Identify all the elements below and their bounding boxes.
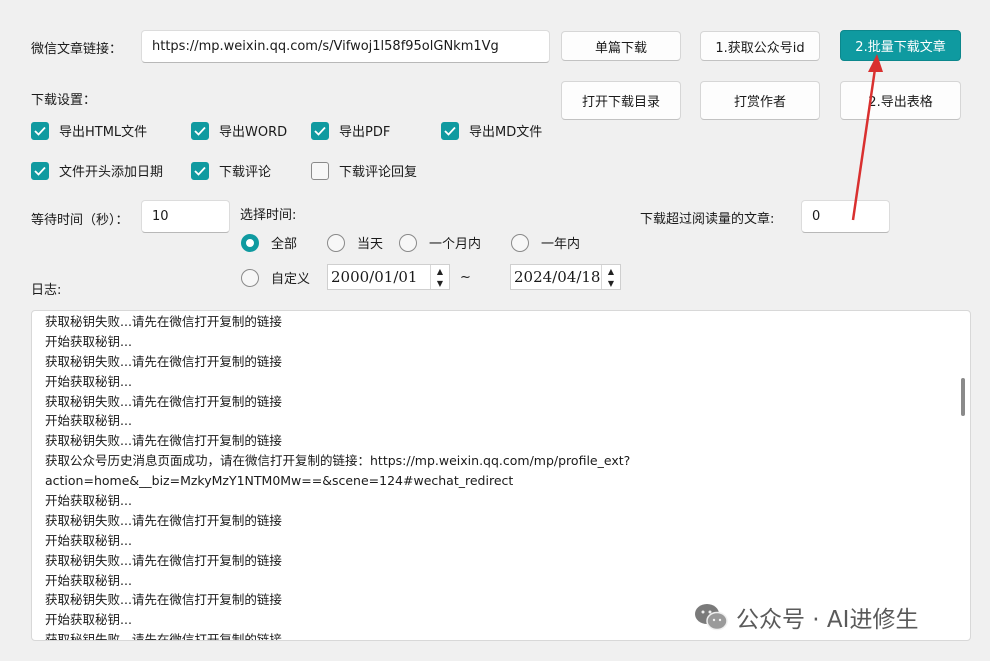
- checkmark-icon: [194, 126, 206, 136]
- log-line: 开始获取秘钥...: [45, 572, 132, 588]
- checkbox-box[interactable]: [441, 121, 459, 140]
- watermark: 公众号 · AI进修生: [694, 600, 918, 634]
- checkbox-box[interactable]: [311, 121, 329, 140]
- read-count-label: 下载超过阅读量的文章:: [640, 212, 775, 227]
- checkbox-download-replies[interactable]: 下载评论回复: [311, 161, 417, 180]
- checkbox-box[interactable]: [191, 161, 209, 180]
- radio-label: 一年内: [541, 237, 581, 252]
- log-line: 开始获取秘钥...: [45, 333, 132, 349]
- checkbox-box[interactable]: [311, 161, 329, 180]
- article-url-input[interactable]: https://mp.weixin.qq.com/s/Vifwoj1l58f95…: [141, 30, 550, 63]
- log-line: 开始获取秘钥...: [45, 532, 132, 548]
- end-date-value: 2024/04/18: [514, 268, 601, 286]
- watermark-text: 公众号 · AI进修生: [736, 607, 919, 633]
- wait-time-input[interactable]: 10: [141, 200, 230, 233]
- log-line: 获取秘钥失败...请先在微信打开复制的链接: [45, 393, 282, 409]
- checkbox-export-pdf[interactable]: 导出PDF: [311, 121, 390, 140]
- radio-today[interactable]: 当天: [327, 233, 383, 252]
- tip-author-button[interactable]: 打赏作者: [700, 81, 820, 120]
- radio-label: 当天: [357, 237, 384, 252]
- checkbox-label: 导出PDF: [339, 125, 391, 140]
- download-settings-title: 下载设置：: [31, 93, 97, 108]
- checkmark-icon: [34, 126, 46, 136]
- arrow-head: [868, 54, 883, 72]
- wechat-icon: [695, 604, 728, 631]
- single-download-button[interactable]: 单篇下载: [561, 31, 681, 61]
- checkbox-box[interactable]: [191, 121, 209, 140]
- spin-down-icon[interactable]: ▼: [431, 277, 449, 289]
- log-line: 开始获取秘钥...: [45, 373, 132, 389]
- log-line: 获取秘钥失败...请先在微信打开复制的链接: [45, 314, 282, 329]
- radio-dot[interactable]: [241, 268, 259, 287]
- log-line: 获取秘钥失败...请先在微信打开复制的链接: [45, 512, 282, 528]
- checkbox-export-md[interactable]: 导出MD文件: [441, 121, 542, 140]
- checkbox-label: 导出HTML文件: [59, 125, 148, 140]
- radio-label: 自定义: [271, 272, 311, 287]
- get-account-id-button[interactable]: 1.获取公众号id: [700, 31, 820, 61]
- wait-time-label: 等待时间（秒）：: [31, 213, 129, 228]
- checkbox-box[interactable]: [31, 161, 49, 180]
- radio-dot[interactable]: [399, 233, 417, 252]
- checkbox-label: 下载评论: [219, 165, 272, 180]
- radio-label: 全部: [271, 237, 298, 252]
- spin-down-icon[interactable]: ▼: [602, 277, 620, 289]
- radio-year[interactable]: 一年内: [511, 233, 580, 252]
- checkbox-label: 下载评论回复: [339, 165, 418, 180]
- checkbox-add-date[interactable]: 文件开头添加日期: [31, 161, 163, 180]
- radio-label: 一个月内: [429, 237, 482, 252]
- log-lines: 获取秘钥失败...请先在微信打开复制的链接 开始获取秘钥... 获取秘钥失败...请…: [45, 312, 940, 640]
- radio-all[interactable]: 全部: [241, 233, 297, 252]
- date-range-separator: ~: [460, 270, 471, 285]
- open-download-dir-button[interactable]: 打开下载目录: [561, 81, 681, 120]
- annotation-arrow: [851, 54, 883, 221]
- checkbox-download-comments[interactable]: 下载评论: [191, 161, 271, 180]
- spin-up-icon[interactable]: ▲: [431, 265, 449, 277]
- start-date-spinner[interactable]: ▲ ▼: [430, 265, 449, 289]
- end-date-spinner[interactable]: ▲ ▼: [601, 265, 620, 289]
- url-label: 微信文章链接：: [31, 42, 123, 57]
- spin-up-icon[interactable]: ▲: [602, 265, 620, 277]
- checkmark-icon: [34, 166, 46, 176]
- log-label: 日志:: [31, 283, 62, 298]
- log-line: 获取秘钥失败...请先在微信打开复制的链接: [45, 552, 282, 568]
- log-line: 获取公众号历史消息页面成功，请在微信打开复制的链接：https://mp.wei…: [45, 453, 631, 469]
- log-line: 开始获取秘钥...: [45, 413, 132, 429]
- checkbox-label: 导出WORD: [219, 125, 288, 140]
- radio-dot[interactable]: [241, 233, 259, 252]
- arrow-shaft: [851, 61, 878, 221]
- checkmark-icon: [444, 126, 456, 136]
- checkbox-box[interactable]: [31, 121, 49, 140]
- checkbox-label: 文件开头添加日期: [59, 165, 164, 180]
- log-scrollbar[interactable]: [961, 378, 965, 416]
- start-date-input[interactable]: 2000/01/01 ▲ ▼: [327, 264, 450, 290]
- checkbox-label: 导出MD文件: [469, 125, 543, 140]
- log-line: 获取秘钥失败...请先在微信打开复制的链接: [45, 353, 282, 369]
- log-line: 开始获取秘钥...: [45, 493, 132, 509]
- radio-custom[interactable]: 自定义: [241, 268, 310, 287]
- checkbox-export-html[interactable]: 导出HTML文件: [31, 121, 147, 140]
- time-select-label: 选择时间:: [240, 208, 297, 223]
- log-area[interactable]: 获取秘钥失败...请先在微信打开复制的链接 开始获取秘钥... 获取秘钥失败...请…: [31, 310, 971, 641]
- checkmark-icon: [194, 166, 206, 176]
- radio-dot[interactable]: [511, 233, 529, 252]
- log-line: 获取秘钥失败...请先在微信打开复制的链接: [45, 433, 282, 449]
- checkmark-icon: [314, 126, 326, 136]
- radio-dot[interactable]: [327, 233, 345, 252]
- log-line: action=home&__biz=MzkyMzY1NTM0Mw==&scene…: [45, 473, 514, 489]
- end-date-input[interactable]: 2024/04/18 ▲ ▼: [510, 264, 621, 290]
- checkbox-export-word[interactable]: 导出WORD: [191, 121, 287, 140]
- radio-month[interactable]: 一个月内: [399, 233, 481, 252]
- start-date-value: 2000/01/01: [331, 268, 418, 286]
